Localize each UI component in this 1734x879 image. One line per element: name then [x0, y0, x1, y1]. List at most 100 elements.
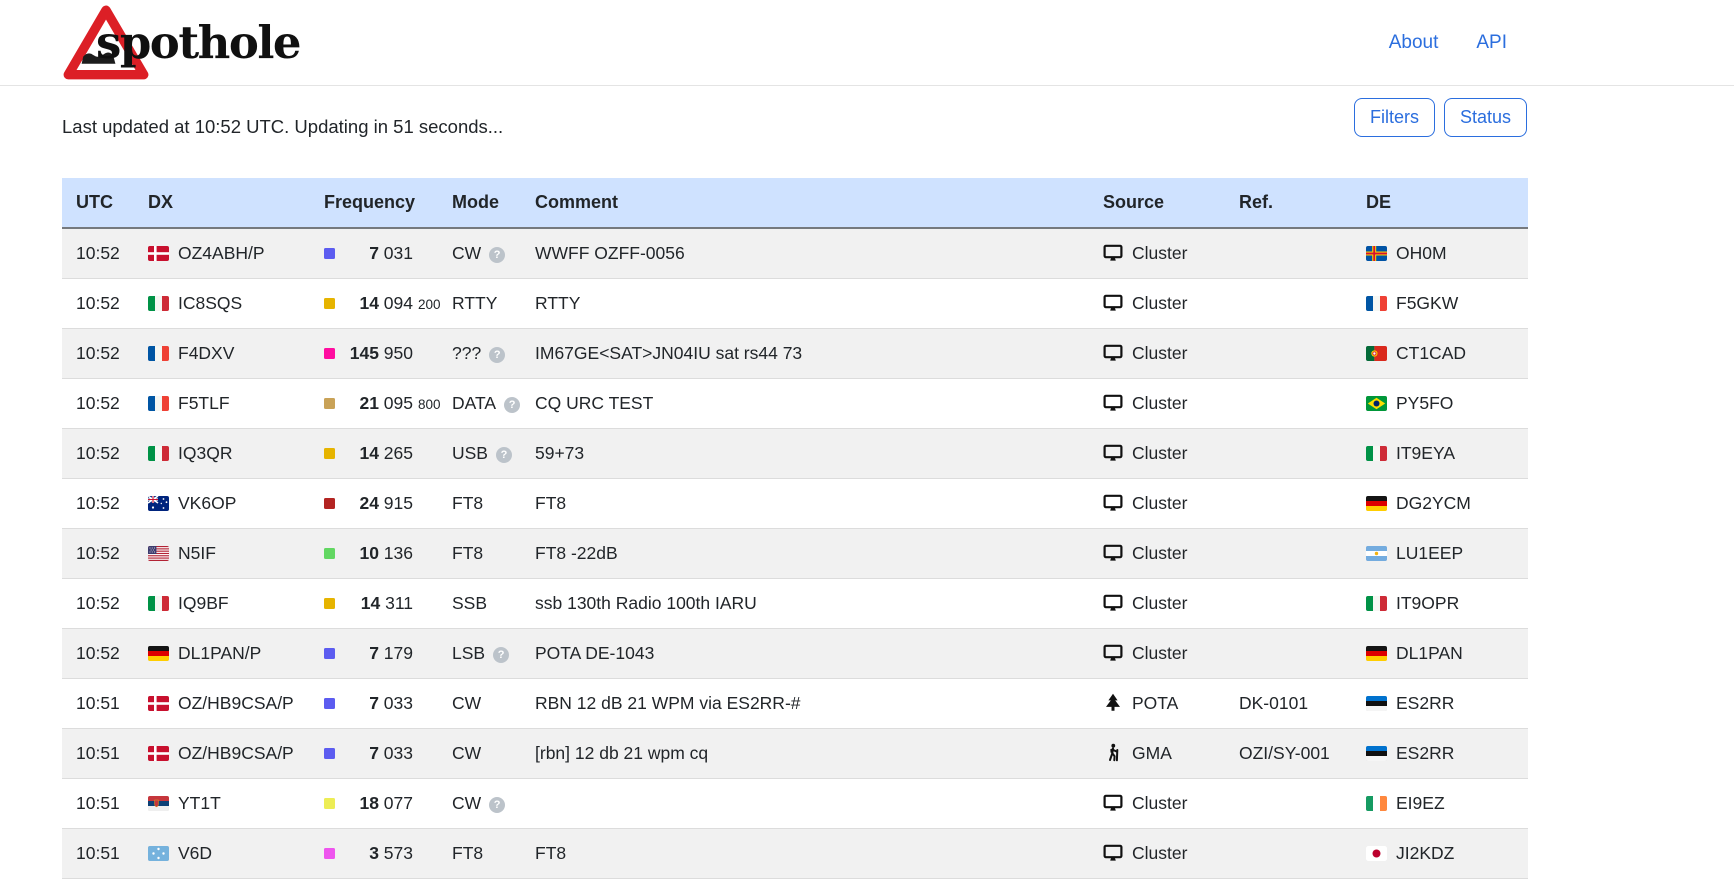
source-label: Cluster: [1132, 243, 1187, 263]
action-buttons: Filters Status: [1354, 98, 1527, 137]
de-callsign: IT9OPR: [1396, 593, 1459, 613]
ref-cell: [1231, 278, 1358, 328]
dx-cell: IQ9BF: [140, 578, 316, 628]
utc-cell: 10:51: [62, 728, 140, 778]
status-button[interactable]: Status: [1444, 98, 1527, 137]
spot-row: 10:51YT1T18 077CW?ClusterEI9EZ: [62, 778, 1528, 828]
dx-cell: VK6OP: [140, 478, 316, 528]
comment-cell: [527, 778, 1095, 828]
mode-cell: RTTY: [444, 278, 527, 328]
mode-help-icon[interactable]: ?: [496, 447, 512, 463]
flag-ar-icon: [1366, 546, 1387, 561]
monitor-icon: [1103, 343, 1123, 363]
flag-it-icon: [148, 446, 169, 461]
flag-fr-icon: [148, 396, 169, 411]
mode-cell: ????: [444, 328, 527, 378]
dx-callsign: V6D: [178, 843, 212, 863]
mode-help-icon[interactable]: ?: [489, 347, 505, 363]
nav-link-about[interactable]: About: [1389, 32, 1439, 54]
utc-cell: 10:52: [62, 378, 140, 428]
flag-fr-icon: [1366, 296, 1387, 311]
utc-cell: 10:51: [62, 828, 140, 878]
column-header-ref: Ref.: [1231, 178, 1358, 228]
mode-label: FT8: [452, 543, 483, 563]
flag-ie-icon: [1366, 796, 1387, 811]
frequency-value: 7 179: [341, 643, 413, 664]
de-callsign: CT1CAD: [1396, 343, 1466, 363]
nav-link-api[interactable]: API: [1476, 32, 1507, 54]
mode-label: ???: [452, 343, 481, 363]
utc-cell: 10:51: [62, 778, 140, 828]
ref-cell: [1231, 578, 1358, 628]
comment-cell: POTA DE-1043: [527, 628, 1095, 678]
mode-label: FT8: [452, 493, 483, 513]
de-cell: DG2YCM: [1358, 478, 1528, 528]
mode-help-icon[interactable]: ?: [504, 397, 520, 413]
monitor-icon: [1103, 243, 1123, 263]
flag-it-icon: [148, 596, 169, 611]
de-callsign: JI2KDZ: [1396, 843, 1454, 863]
column-header-comment: Comment: [527, 178, 1095, 228]
mode-label: CW: [452, 793, 481, 813]
mode-help-icon[interactable]: ?: [489, 247, 505, 263]
comment-cell: RBN 12 dB 21 WPM via ES2RR-#: [527, 678, 1095, 728]
flag-dk-icon: [148, 246, 169, 261]
filters-button[interactable]: Filters: [1354, 98, 1435, 137]
dx-cell: F4DXV: [140, 328, 316, 378]
dx-cell: V6D: [140, 828, 316, 878]
mode-cell: CW?: [444, 778, 527, 828]
frequency-value: 18 077: [341, 793, 413, 814]
mode-cell: CW: [444, 728, 527, 778]
mode-cell: CW?: [444, 228, 527, 278]
flag-us-icon: [148, 546, 169, 561]
de-cell: IT9OPR: [1358, 578, 1528, 628]
utc-cell: 10:52: [62, 628, 140, 678]
de-callsign: PY5FO: [1396, 393, 1453, 413]
band-indicator: [324, 298, 335, 309]
flag-ee-icon: [1366, 696, 1387, 711]
column-header-mode: Mode: [444, 178, 527, 228]
ref-cell: DK-0101: [1231, 678, 1358, 728]
source-label: Cluster: [1132, 493, 1187, 513]
frequency-value: 7 031: [341, 243, 413, 264]
dx-callsign: F4DXV: [178, 343, 234, 363]
source-cell: Cluster: [1095, 528, 1231, 578]
band-indicator: [324, 848, 335, 859]
source-cell: Cluster: [1095, 628, 1231, 678]
top-bar: spothole About API: [0, 0, 1734, 86]
last-updated-text: Last updated at 10:52 UTC. Updating in 5…: [62, 116, 503, 138]
dx-callsign: OZ/HB9CSA/P: [178, 693, 294, 713]
comment-cell: WWFF OZFF-0056: [527, 228, 1095, 278]
dx-cell: DL1PAN/P: [140, 628, 316, 678]
dx-cell: OZ4ABH/P: [140, 228, 316, 278]
de-callsign: ES2RR: [1396, 693, 1454, 713]
hiker-icon: [1103, 743, 1123, 763]
monitor-icon: [1103, 443, 1123, 463]
band-indicator: [324, 798, 335, 809]
source-cell: Cluster: [1095, 828, 1231, 878]
monitor-icon: [1103, 543, 1123, 563]
mode-help-icon[interactable]: ?: [493, 647, 509, 663]
de-cell: IT9EYA: [1358, 428, 1528, 478]
spot-row: 10:52N5IF10 136FT8FT8 -22dBClusterLU1EEP: [62, 528, 1528, 578]
ref-cell: [1231, 478, 1358, 528]
mode-help-icon[interactable]: ?: [489, 797, 505, 813]
frequency-cell: 18 077: [316, 778, 444, 828]
ref-cell: [1231, 778, 1358, 828]
frequency-value: 7 033: [341, 743, 413, 764]
flag-ax-icon: [1366, 246, 1387, 261]
column-header-source: Source: [1095, 178, 1231, 228]
de-cell: PY5FO: [1358, 378, 1528, 428]
de-cell: ES2RR: [1358, 678, 1528, 728]
spot-row: 10:52OZ4ABH/P7 031CW?WWFF OZFF-0056Clust…: [62, 228, 1528, 278]
comment-cell: FT8: [527, 478, 1095, 528]
de-callsign: OH0M: [1396, 243, 1447, 263]
band-indicator: [324, 248, 335, 259]
de-cell: F5GKW: [1358, 278, 1528, 328]
utc-cell: 10:51: [62, 678, 140, 728]
source-cell: Cluster: [1095, 578, 1231, 628]
column-header-utc: UTC: [62, 178, 140, 228]
spot-row: 10:52IQ9BF14 311SSBssb 130th Radio 100th…: [62, 578, 1528, 628]
frequency-cell: 3 573: [316, 828, 444, 878]
main-nav: About API: [1389, 32, 1507, 54]
